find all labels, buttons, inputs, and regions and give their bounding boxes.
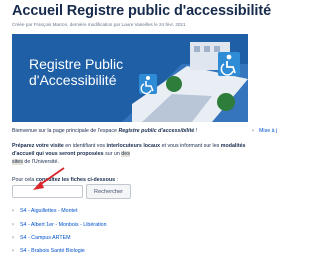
tree-item[interactable]: › S4 - Brabois Santé Biologie	[12, 248, 85, 254]
banner-title-line2: d'Accessibilité	[29, 72, 117, 88]
chevron-right-icon[interactable]: ›	[12, 222, 20, 228]
page-title: Accueil Registre public d'accessibilité	[12, 3, 272, 19]
accessibility-icon	[218, 52, 240, 76]
sidebar-link-updates[interactable]: › Mise à j	[252, 128, 277, 134]
consult-instruction: Pour cela consultez les fiches ci-dessou…	[12, 177, 118, 183]
tree-item[interactable]: › S4 - Campus ARTEM	[12, 235, 71, 241]
chevron-right-icon[interactable]: ›	[12, 235, 20, 241]
tree-item[interactable]: › S4 - Albert 1er - Monbois - Libération	[12, 222, 107, 228]
chevron-right-icon[interactable]: ›	[12, 208, 20, 214]
page-byline: Créée par François Marron, dernière modi…	[12, 22, 186, 27]
intro-paragraph: Préparez votre visite en identifiant vos…	[12, 143, 246, 166]
chevron-right-icon[interactable]: ›	[12, 248, 20, 254]
chevron-right-icon[interactable]: ›	[252, 128, 259, 134]
tree-item[interactable]: › S4 - Aiguillettes - Montet	[12, 208, 77, 214]
search-button[interactable]: Rechercher	[86, 184, 131, 199]
search-input[interactable]	[12, 185, 83, 198]
accessibility-icon	[139, 74, 157, 95]
welcome-text: Bienvenue sur la page principale de l'es…	[12, 128, 198, 134]
accessibility-banner: Registre Public d'Accessibilité	[12, 34, 248, 122]
banner-title-line1: Registre Public	[29, 56, 124, 72]
